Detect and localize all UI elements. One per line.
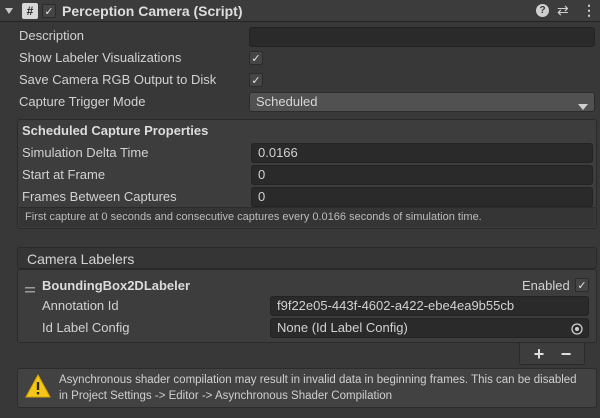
add-labeler-button[interactable]: +: [527, 344, 551, 364]
check-icon: ✓: [44, 5, 54, 18]
annotation-id-field[interactable]: f9f22e05-443f-4602-a422-ebe4ea9b55cb: [270, 296, 589, 316]
save-rgb-checkbox[interactable]: ✓: [249, 73, 263, 87]
component-enabled-checkbox[interactable]: ✓: [42, 4, 56, 18]
camera-labelers-header: Camera Labelers: [17, 247, 597, 269]
drag-handle-icon[interactable]: [25, 281, 35, 296]
chevron-down-icon: [578, 98, 588, 116]
show-labeler-visualizations-checkbox[interactable]: ✓: [249, 51, 263, 65]
id-label-config-label: Id Label Config: [42, 320, 130, 335]
description-field[interactable]: [249, 27, 595, 47]
frames-between-captures-label: Frames Between Captures: [22, 189, 177, 204]
simulation-delta-time-label: Simulation Delta Time: [22, 145, 149, 160]
labeler-name: BoundingBox2DLabeler: [42, 278, 191, 293]
save-rgb-label: Save Camera RGB Output to Disk: [19, 72, 217, 87]
remove-labeler-button[interactable]: −: [554, 344, 578, 364]
capture-trigger-mode-dropdown[interactable]: Scheduled: [249, 92, 595, 112]
component-header[interactable]: # ✓ Perception Camera (Script) ? ⇄ ⋮: [0, 0, 600, 22]
warning-text-line1: Asynchronous shader compilation may resu…: [59, 374, 577, 386]
fold-arrow-icon[interactable]: [4, 4, 14, 18]
capture-trigger-mode-value: Scheduled: [256, 94, 318, 109]
annotation-id-label: Annotation Id: [42, 298, 119, 313]
scheduled-capture-title: Scheduled Capture Properties: [22, 123, 209, 138]
help-icon[interactable]: ?: [536, 4, 549, 17]
labeler-enabled-checkbox[interactable]: ✓: [575, 278, 589, 292]
scheduled-hint-text: First capture at 0 seconds and consecuti…: [25, 211, 482, 223]
labeler-enabled-label: Enabled: [522, 278, 570, 293]
start-at-frame-field[interactable]: 0: [251, 165, 593, 185]
presets-icon[interactable]: ⇄: [557, 2, 569, 19]
check-icon: ✓: [251, 52, 261, 65]
check-icon: ✓: [577, 279, 587, 292]
description-label: Description: [19, 28, 85, 43]
warning-text-line2: in Project Settings -> Editor -> Asynchr…: [59, 390, 393, 402]
capture-trigger-mode-label: Capture Trigger Mode: [19, 94, 146, 109]
context-menu-icon[interactable]: ⋮: [582, 2, 596, 19]
simulation-delta-time-field[interactable]: 0.0166: [251, 143, 593, 163]
id-label-config-field[interactable]: None (Id Label Config): [270, 318, 589, 338]
check-icon: ✓: [251, 74, 261, 87]
component-title: Perception Camera (Script): [62, 3, 243, 19]
object-picker-icon[interactable]: [571, 322, 583, 337]
warning-icon: [25, 373, 51, 401]
start-at-frame-label: Start at Frame: [22, 167, 106, 182]
frames-between-captures-field[interactable]: 0: [251, 187, 593, 207]
id-label-config-value: None (Id Label Config): [277, 320, 408, 335]
camera-labelers-title: Camera Labelers: [27, 251, 135, 267]
script-icon: #: [22, 3, 38, 19]
show-labeler-visualizations-label: Show Labeler Visualizations: [19, 50, 182, 65]
